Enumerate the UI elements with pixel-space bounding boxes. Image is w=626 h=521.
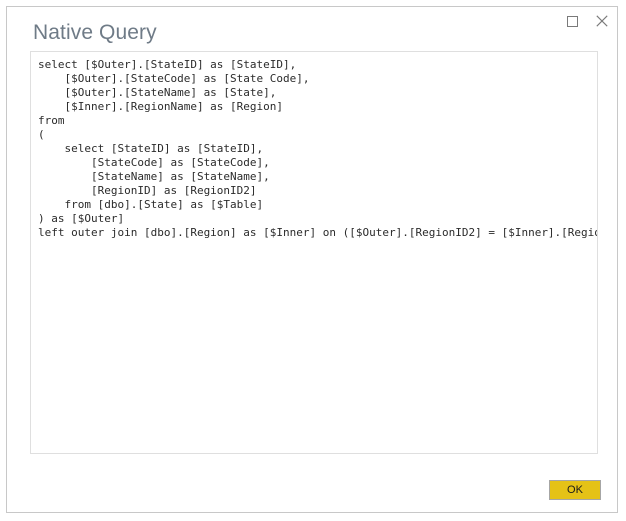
maximize-button[interactable]: [557, 8, 587, 34]
close-button[interactable]: [587, 8, 617, 34]
native-query-text[interactable]: select [$Outer].[StateID] as [StateID], …: [31, 52, 597, 453]
maximize-icon: [566, 15, 578, 27]
ok-button[interactable]: OK: [549, 480, 601, 500]
close-icon: [596, 15, 608, 27]
native-query-dialog: Native Query select [$Outer].[StateID] a…: [6, 6, 618, 513]
dialog-footer: OK: [7, 460, 617, 512]
window-controls: [557, 7, 617, 35]
page-title: Native Query: [33, 21, 157, 44]
native-query-textbox[interactable]: select [$Outer].[StateID] as [StateID], …: [30, 51, 598, 454]
